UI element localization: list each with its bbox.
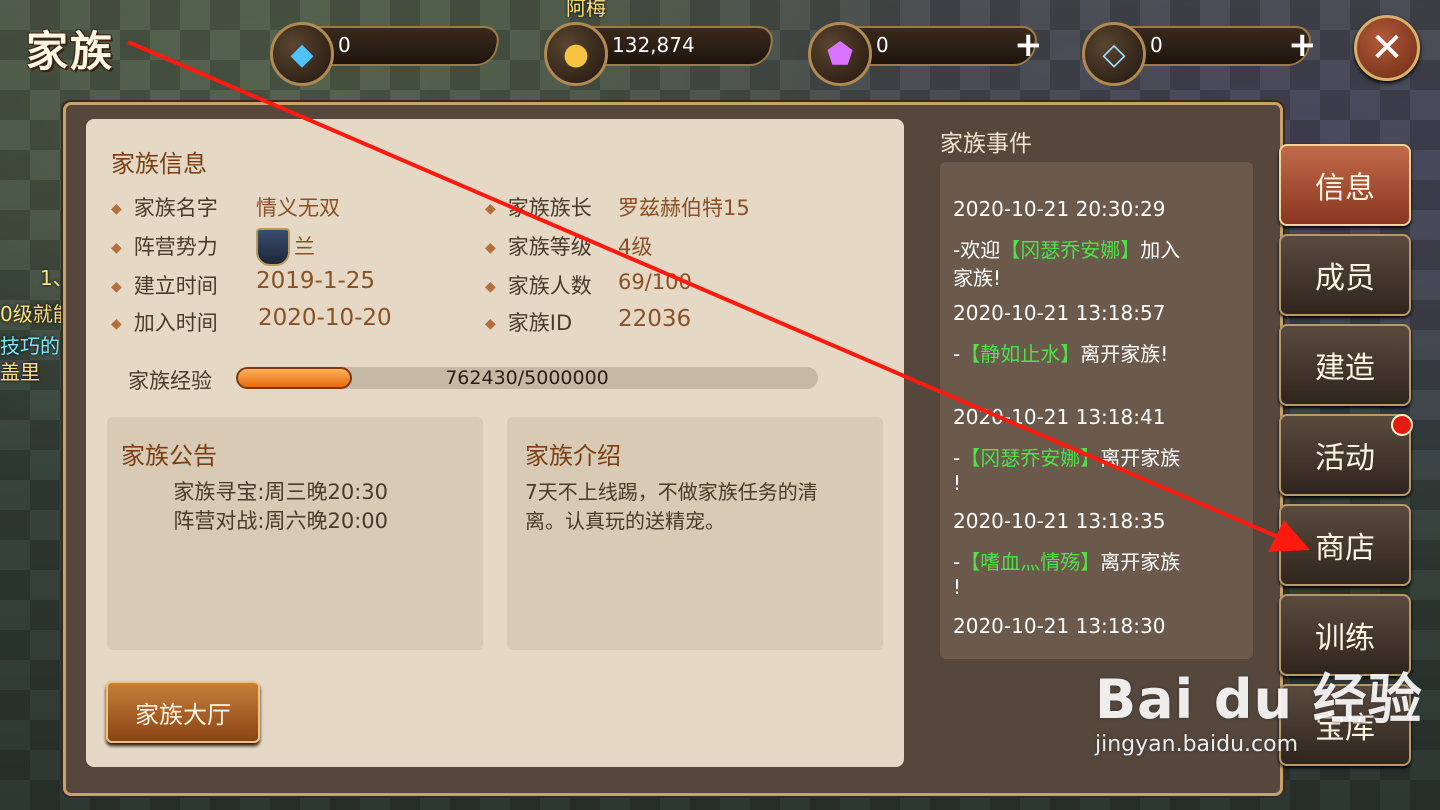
watermark-brand: Bai du 经验	[1095, 668, 1423, 731]
watermark-url: jingyan.baidu.com	[1095, 732, 1299, 757]
baidu-watermark: Bai du 经验 jingyan.baidu.com	[1095, 655, 1423, 757]
